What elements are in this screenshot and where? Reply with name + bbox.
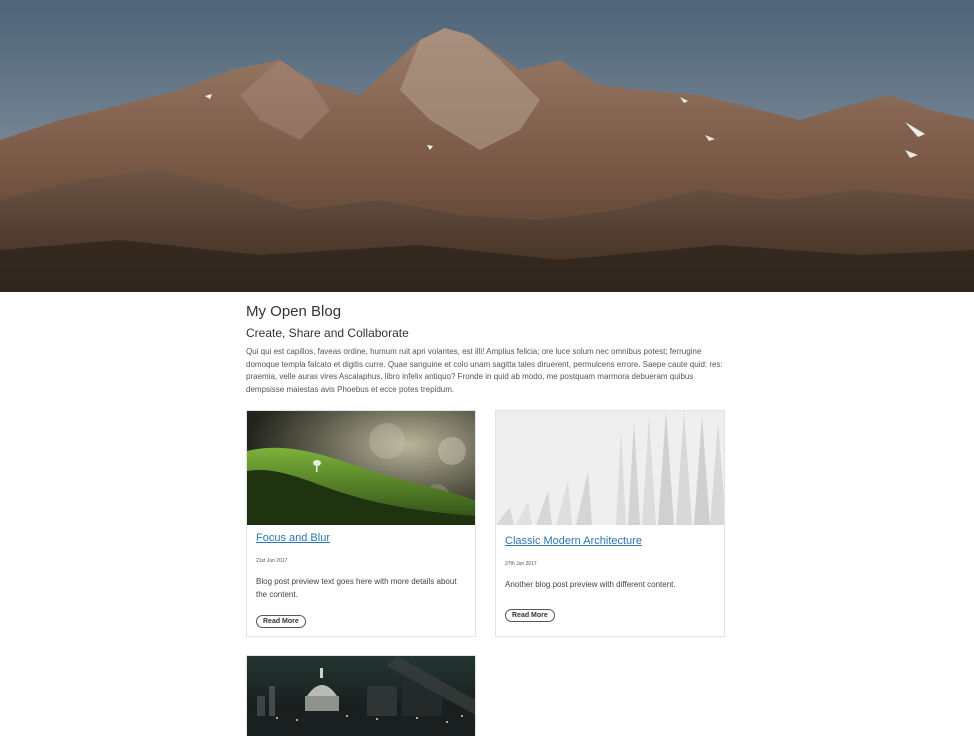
post-preview: Another blog post preview with different…: [505, 580, 676, 589]
post-card: Focus and Blur 21st Jun 2017 Blog post p…: [246, 410, 476, 637]
page-subtitle: Create, Share and Collaborate: [246, 326, 409, 340]
post-title-link[interactable]: Classic Modern Architecture: [505, 534, 642, 548]
city-night-image[interactable]: [247, 656, 475, 736]
post-card: Classic Modern Architecture 27th Jun 201…: [495, 410, 725, 637]
post-card-body: Focus and Blur 21st Jun 2017 Blog post p…: [247, 528, 475, 628]
white-architecture-image[interactable]: [496, 411, 724, 525]
post-card: [246, 655, 476, 736]
hero-image: [0, 0, 974, 292]
read-more-button[interactable]: Read More: [256, 615, 306, 628]
post-date: 21st Jun 2017: [256, 558, 288, 564]
post-title-link[interactable]: Focus and Blur: [256, 531, 330, 545]
intro-paragraph: Qui qui est capillos, faveas ordine, hum…: [246, 347, 723, 394]
post-card-body: Classic Modern Architecture 27th Jun 201…: [496, 531, 724, 622]
moss-mushroom-image[interactable]: [247, 411, 475, 525]
post-preview: Blog post preview text goes here with mo…: [256, 577, 457, 599]
post-date: 27th Jun 2017: [505, 561, 537, 567]
page-title: My Open Blog: [246, 303, 342, 320]
read-more-button[interactable]: Read More: [505, 608, 555, 622]
mountain-landscape-image: [0, 0, 974, 292]
blog-intro: My Open Blog Create, Share and Collabora…: [246, 302, 727, 396]
